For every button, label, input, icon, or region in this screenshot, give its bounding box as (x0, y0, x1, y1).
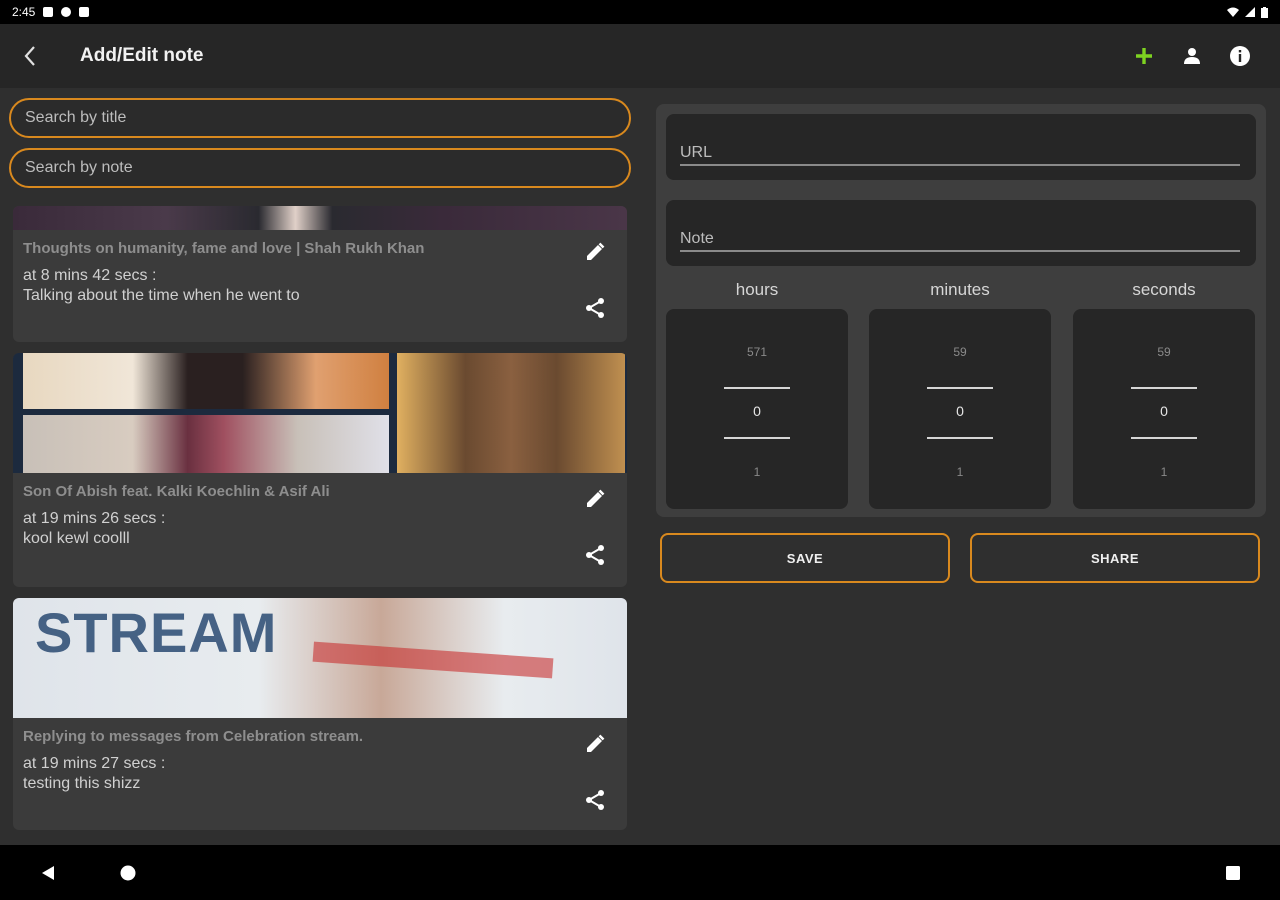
share-icon (586, 298, 604, 318)
picker-next-value[interactable]: 1 (869, 465, 1051, 479)
search-title-input[interactable] (25, 109, 615, 127)
note-editor-panel: hours minutes seconds 571 0 1 59 0 1 59 … (656, 104, 1266, 517)
picker-divider (1131, 437, 1197, 439)
picker-divider (927, 387, 993, 389)
edit-icon (587, 242, 605, 260)
edit-button[interactable] (579, 728, 611, 760)
note-timestamp: at 19 mins 27 secs : (23, 755, 166, 772)
note-text: testing this shizz (23, 775, 141, 792)
signal-icon (1245, 7, 1255, 17)
info-icon (1230, 46, 1250, 66)
note-thumbnail (13, 206, 627, 230)
picker-divider (1131, 387, 1197, 389)
share-button[interactable] (579, 292, 611, 324)
picker-prev-value[interactable]: 59 (1073, 345, 1255, 359)
person-icon (1184, 48, 1200, 64)
edit-icon (587, 489, 605, 507)
save-button[interactable]: SAVE (660, 533, 950, 583)
back-button[interactable] (0, 24, 60, 88)
navigation-bar (0, 845, 1280, 900)
url-input[interactable] (680, 144, 1240, 166)
add-button[interactable] (1120, 32, 1168, 80)
note-card[interactable]: Son Of Abish feat. Kalki Koechlin & Asif… (13, 353, 627, 587)
seconds-picker[interactable]: 59 0 1 (1073, 309, 1255, 509)
share-button[interactable] (579, 539, 611, 571)
nav-home-icon (120, 865, 136, 881)
search-note-input[interactable] (25, 159, 615, 177)
picker-current-value[interactable]: 0 (869, 403, 1051, 419)
search-note-box (9, 148, 631, 188)
thumbnail-text: STREAM (35, 601, 278, 664)
picker-divider (724, 437, 790, 439)
notes-list-pane: Thoughts on humanity, fame and love | Sh… (0, 88, 640, 845)
hours-picker[interactable]: 571 0 1 (666, 309, 848, 509)
note-title: Thoughts on humanity, fame and love | Sh… (23, 240, 425, 257)
note-title: Replying to messages from Celebration st… (23, 728, 364, 745)
picker-current-value[interactable]: 0 (1073, 403, 1255, 419)
share-icon (586, 790, 604, 810)
edit-button[interactable] (579, 483, 611, 515)
nav-back-icon (42, 866, 54, 880)
note-timestamp: at 19 mins 26 secs : (23, 510, 166, 527)
search-title-box (9, 98, 631, 138)
app-notification-icon (61, 7, 72, 17)
picker-prev-value[interactable]: 59 (869, 345, 1051, 359)
edit-button[interactable] (579, 236, 611, 268)
status-bar: 2:45 (0, 0, 1280, 24)
edit-icon (587, 734, 605, 752)
nav-recents-icon (1226, 866, 1240, 880)
minutes-picker[interactable]: 59 0 1 (869, 309, 1051, 509)
share-note-button[interactable]: SHARE (970, 533, 1260, 583)
url-field-box (666, 114, 1256, 180)
back-arrow-icon (24, 46, 35, 66)
note-input[interactable] (680, 230, 1240, 252)
picker-divider (724, 387, 790, 389)
share-button[interactable] (579, 784, 611, 816)
wifi-icon (1227, 7, 1239, 17)
note-timestamp: at 8 mins 42 secs : (23, 267, 157, 284)
picker-next-value[interactable]: 1 (1073, 465, 1255, 479)
nav-recents-button[interactable] (1217, 857, 1249, 889)
note-thumbnail (13, 353, 627, 473)
storage-icon (79, 7, 90, 17)
nav-home-button[interactable] (112, 857, 144, 889)
picker-prev-value[interactable]: 571 (666, 345, 848, 359)
picker-next-value[interactable]: 1 (666, 465, 848, 479)
share-icon (586, 545, 604, 565)
battery-icon (1261, 6, 1268, 18)
note-card[interactable]: Thoughts on humanity, fame and love | Sh… (13, 206, 627, 342)
app-bar: Add/Edit note (0, 24, 1280, 88)
note-field-box (666, 200, 1256, 266)
page-title: Add/Edit note (80, 45, 204, 66)
add-icon (1136, 48, 1152, 64)
info-button[interactable] (1216, 32, 1264, 80)
notification-icon (43, 7, 54, 17)
hours-label: hours (735, 280, 779, 299)
picker-divider (927, 437, 993, 439)
note-text: kool kewl coolll (23, 530, 130, 547)
account-button[interactable] (1168, 32, 1216, 80)
nav-back-button[interactable] (32, 857, 64, 889)
picker-current-value[interactable]: 0 (666, 403, 848, 419)
note-text: Talking about the time when he went to (23, 287, 300, 304)
status-time: 2:45 (12, 5, 36, 19)
note-card[interactable]: STREAM Replying to messages from Celebra… (13, 598, 627, 830)
note-title: Son Of Abish feat. Kalki Koechlin & Asif… (23, 483, 330, 500)
seconds-label: seconds (1132, 280, 1196, 299)
minutes-label: minutes (930, 280, 990, 299)
note-thumbnail: STREAM (13, 598, 627, 718)
